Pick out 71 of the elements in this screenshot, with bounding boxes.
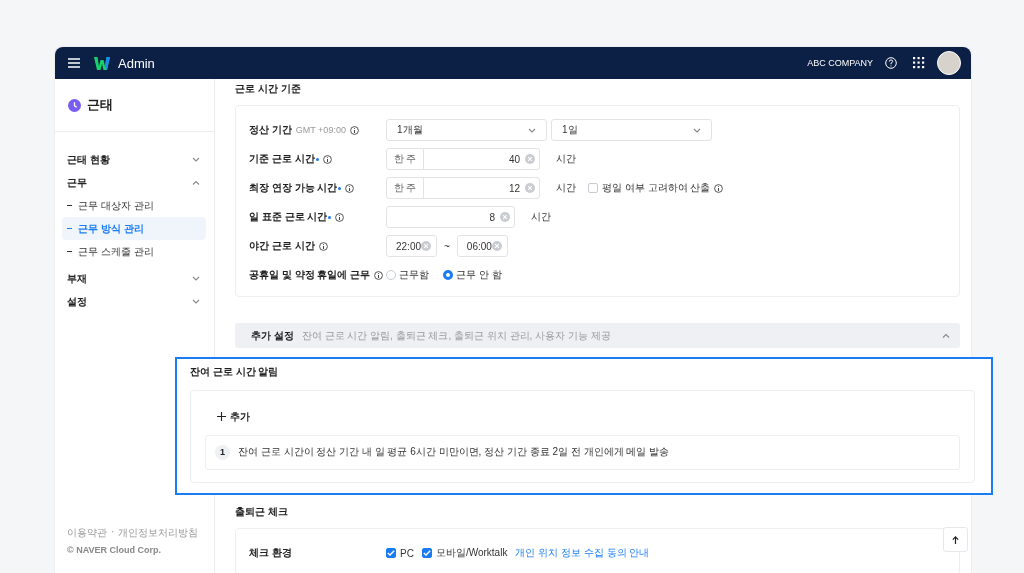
app-name: Admin — [118, 55, 155, 71]
rule-number: 1 — [215, 444, 230, 460]
dash-icon — [67, 251, 72, 252]
field-label: 일 표준 근로 시간 — [249, 210, 328, 224]
check-icon — [387, 550, 395, 556]
sidebar-item[interactable]: 근무 — [55, 171, 214, 194]
number-field[interactable]: 한 주 12 — [386, 177, 540, 199]
radio-label: 근무 안 함 — [456, 268, 502, 282]
time-field[interactable]: 22:00 — [386, 235, 437, 257]
company-name[interactable]: ABC COMPANY — [807, 58, 873, 68]
avatar[interactable] — [937, 51, 961, 75]
sidebar-item[interactable]: 부재 — [55, 267, 214, 290]
field-label: 공휴일 및 약정 휴일에 근무 — [249, 268, 371, 282]
sidebar-subitem[interactable]: 근무 스케줄 관리 — [62, 240, 206, 263]
section-title: 출퇴근 체크 — [235, 505, 289, 519]
checkbox-label: 평일 여부 고려하여 산출 — [602, 181, 711, 195]
dash-icon — [67, 228, 72, 229]
scroll-top-button[interactable] — [943, 527, 968, 552]
field-label: 야간 근로 시간 — [249, 239, 315, 253]
checkbox[interactable] — [588, 183, 598, 193]
range-separator: ~ — [444, 240, 450, 252]
number-field[interactable]: 8 — [386, 206, 515, 228]
info-icon — [349, 125, 359, 135]
radio-label: 근무함 — [399, 268, 429, 282]
section-title: 잔여 근로 시간 알림 — [190, 365, 280, 379]
sidebar-title: 근태 — [87, 96, 113, 114]
dropdown[interactable]: 1개월 — [386, 119, 547, 141]
time-field[interactable]: 06:00 — [456, 235, 508, 257]
consent-link[interactable]: 개인 위치 정보 수집 동의 안내 — [515, 546, 650, 560]
checkbox[interactable] — [386, 548, 396, 558]
check-icon — [422, 550, 431, 556]
info-icon — [322, 154, 332, 164]
sidebar-subitem[interactable]: 근무 방식 관리 — [62, 217, 206, 240]
checkbox-label: 모바일/Worktalk — [435, 546, 508, 560]
info-icon — [374, 270, 384, 280]
separator-text: · — [111, 526, 115, 539]
field-label: 최장 연장 가능 시간 — [249, 181, 338, 195]
chevron-down-icon — [528, 127, 536, 133]
checkbox-label: PC — [400, 547, 414, 559]
arrow-up-icon — [952, 535, 959, 544]
number-field[interactable]: 한 주 40 — [386, 148, 540, 170]
info-icon — [335, 212, 345, 222]
plus-icon — [217, 412, 226, 421]
unit-label: 시간 — [556, 181, 576, 195]
clock-icon — [68, 98, 81, 112]
unit-label: 시간 — [556, 152, 576, 166]
dash-icon — [67, 205, 72, 206]
sidebar-subitem[interactable]: 근무 대상자 관리 — [62, 194, 206, 217]
menu-icon[interactable] — [68, 58, 80, 68]
chevron-down-icon — [693, 127, 701, 133]
info-icon — [714, 183, 724, 193]
info-icon — [345, 183, 355, 193]
add-button[interactable]: 추가 — [217, 407, 250, 426]
hint-text: GMT +09:00 — [295, 125, 346, 135]
dropdown[interactable]: 1일 — [551, 119, 712, 141]
logo-icon[interactable] — [94, 56, 110, 70]
field-label: 기준 근로 시간 — [249, 152, 315, 166]
sidebar-item[interactable]: 근태 현황 — [55, 148, 214, 171]
copyright-text: © NAVER Cloud Corp. — [67, 545, 162, 555]
settings-bar[interactable]: 추가 설정 잔여 근로 시간 알림, 출퇴근 체크, 출퇴근 위치 관리, 사용자 기능 제공 — [235, 323, 960, 348]
section-title: 근로 시간 기준 — [235, 82, 302, 96]
field-label: 정산 기간 — [249, 123, 292, 137]
apps-grid-icon[interactable] — [913, 57, 925, 69]
help-icon[interactable] — [885, 57, 897, 69]
unit-label: 시간 — [531, 210, 551, 224]
field-label: 체크 환경 — [249, 546, 292, 560]
sidebar-item[interactable]: 설정 — [55, 290, 214, 313]
checkbox[interactable] — [421, 548, 432, 558]
radio-button[interactable] — [443, 270, 453, 280]
info-icon — [318, 241, 328, 251]
rule-text: 잔여 근로 시간이 정산 기간 내 일 평균 6시간 미만이면, 정산 기간 종료 2일 전 개인에게 메일 발송 — [238, 445, 670, 459]
